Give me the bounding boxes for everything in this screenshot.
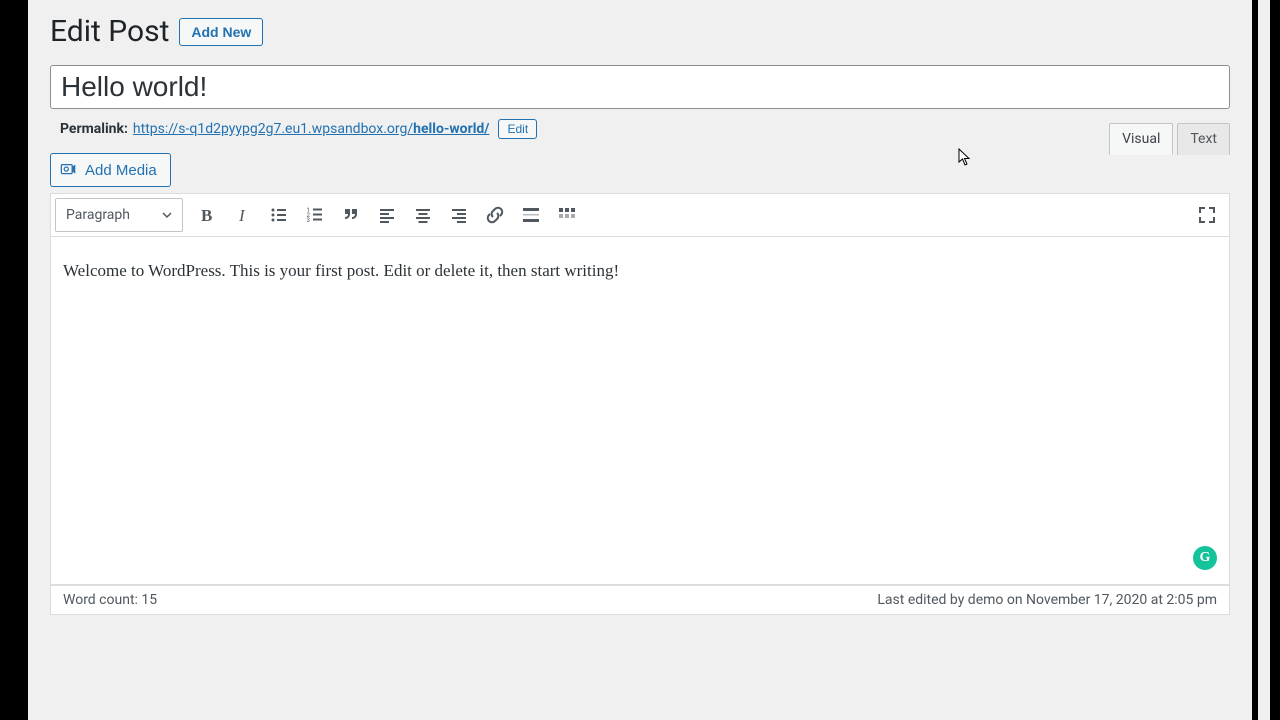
paragraph-select[interactable]: Paragraph [55, 198, 183, 232]
align-center-icon [413, 205, 433, 225]
italic-icon: I [233, 205, 253, 225]
permalink-row: Permalink: https://s-q1d2pyypg2g7.eu1.wp… [50, 119, 1230, 139]
bold-button[interactable]: B [189, 197, 225, 233]
bullet-list-icon [269, 205, 289, 225]
svg-text:3: 3 [307, 217, 310, 224]
read-more-button[interactable] [513, 197, 549, 233]
add-media-button[interactable]: Add Media [50, 153, 171, 187]
quote-icon [341, 205, 361, 225]
italic-button[interactable]: I [225, 197, 261, 233]
editor-toolbar: Paragraph B I 123 [50, 193, 1230, 237]
status-bar: Word count: 15 Last edited by demo on No… [50, 585, 1230, 615]
bold-icon: B [197, 205, 217, 225]
post-title-input[interactable] [50, 65, 1230, 109]
fullscreen-icon [1197, 205, 1217, 225]
word-count: Word count: 15 [63, 592, 157, 608]
toolbar-toggle-button[interactable] [549, 197, 585, 233]
link-icon [485, 205, 505, 225]
svg-text:B: B [201, 206, 212, 225]
edit-permalink-button[interactable]: Edit [498, 119, 537, 139]
align-center-button[interactable] [405, 197, 441, 233]
permalink-slug: hello-world/ [413, 121, 489, 137]
align-left-icon [377, 205, 397, 225]
editor-content-area[interactable]: Welcome to WordPress. This is your first… [50, 237, 1230, 585]
page-title: Edit Post [50, 14, 169, 49]
link-button[interactable] [477, 197, 513, 233]
camera-music-icon [60, 161, 78, 179]
content-paragraph: Welcome to WordPress. This is your first… [63, 261, 1217, 281]
align-right-button[interactable] [441, 197, 477, 233]
permalink-label: Permalink: [60, 121, 128, 137]
svg-text:I: I [238, 206, 246, 225]
fullscreen-button[interactable] [1189, 197, 1225, 233]
add-media-label: Add Media [85, 162, 157, 179]
toolbar-toggle-icon [557, 205, 577, 225]
numbered-list-icon: 123 [305, 205, 325, 225]
last-edited: Last edited by demo on November 17, 2020… [877, 592, 1217, 608]
chevron-down-icon [162, 210, 172, 220]
editor-page: Edit Post Add New Permalink: https://s-q… [28, 0, 1252, 720]
editor-tabs: Visual Text [1109, 123, 1230, 155]
read-more-icon [521, 205, 541, 225]
align-right-icon [449, 205, 469, 225]
permalink-base: https://s-q1d2pyypg2g7.eu1.wpsandbox.org… [133, 121, 413, 137]
scrollbar-track[interactable] [1258, 0, 1270, 720]
permalink-link[interactable]: https://s-q1d2pyypg2g7.eu1.wpsandbox.org… [133, 121, 490, 137]
numbered-list-button[interactable]: 123 [297, 197, 333, 233]
bullet-list-button[interactable] [261, 197, 297, 233]
tab-text[interactable]: Text [1177, 123, 1230, 155]
paragraph-select-label: Paragraph [66, 207, 130, 223]
add-new-button[interactable]: Add New [179, 18, 263, 46]
page-header: Edit Post Add New [50, 14, 1230, 49]
right-black-bar [1252, 0, 1280, 720]
blockquote-button[interactable] [333, 197, 369, 233]
align-left-button[interactable] [369, 197, 405, 233]
grammarly-badge[interactable]: G [1193, 546, 1217, 570]
tab-visual[interactable]: Visual [1109, 123, 1173, 155]
